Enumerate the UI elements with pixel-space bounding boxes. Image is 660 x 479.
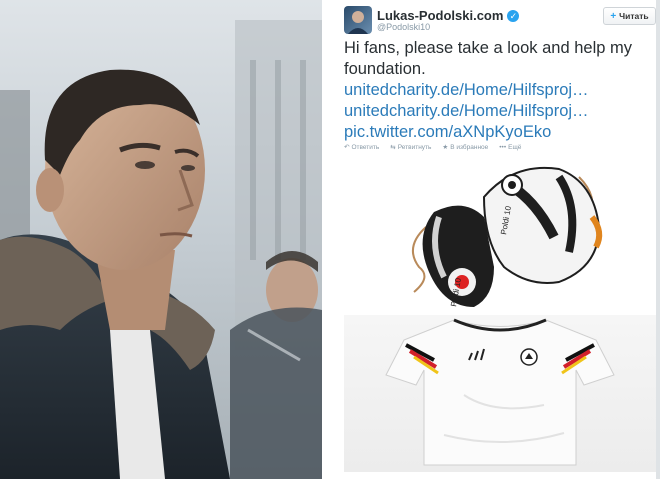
more-dots-icon: ••• xyxy=(499,143,507,151)
retweet-icon: ⇆ xyxy=(390,144,396,151)
reply-action[interactable]: ↶ Ответить xyxy=(344,143,380,152)
star-icon: ★ xyxy=(442,144,449,151)
retweet-label: Ретвитнуть xyxy=(397,143,432,151)
favorite-label: В избранное xyxy=(450,143,489,151)
tweet-text-line-1: Hi fans, please take a look and help my xyxy=(344,39,633,57)
verified-badge-icon: ✓ xyxy=(507,10,520,22)
boots-image: Poldi 10 Poldi 10 xyxy=(411,166,603,307)
jersey-backdrop xyxy=(344,315,656,472)
display-name[interactable]: Lukas-Podolski.com ✓ xyxy=(377,8,520,23)
follow-button[interactable]: + Читать xyxy=(603,7,656,25)
more-label: Ещё xyxy=(508,143,522,151)
scrollbar-track[interactable] xyxy=(656,0,660,479)
tweet-card: Lukas-Podolski.com ✓ @Podolski10 + Читать… xyxy=(330,0,660,479)
jersey-image xyxy=(385,318,615,466)
avatar[interactable] xyxy=(344,6,372,34)
tweet-actions: ↶ Ответить ⇆ Ретвитнуть ★ В избранное ••… xyxy=(344,143,521,152)
tweet-text: Hi fans, please take a look and help my … xyxy=(344,38,656,143)
tweet-link-2[interactable]: unitedcharity.de/Home/Hilfsproj… xyxy=(344,101,656,122)
reply-label: Ответить xyxy=(351,143,380,151)
tweet-media-image[interactable]: Poldi 10 Poldi 10 xyxy=(344,157,656,472)
tweet-media-link[interactable]: pic.twitter.com/aXNpKyoEko xyxy=(344,122,656,143)
favorite-action[interactable]: ★ В избранное xyxy=(442,143,489,152)
reply-icon: ↶ xyxy=(344,144,350,151)
promo-photo xyxy=(0,0,322,479)
follow-button-label: Читать xyxy=(619,11,649,21)
more-action[interactable]: ••• Ещё xyxy=(499,143,521,151)
tweet-link-1[interactable]: unitedcharity.de/Home/Hilfsproj… xyxy=(344,80,656,101)
display-name-text[interactable]: Lukas-Podolski.com xyxy=(377,8,503,23)
retweet-action[interactable]: ⇆ Ретвитнуть xyxy=(390,143,432,152)
follow-plus-icon: + xyxy=(610,10,617,22)
user-handle[interactable]: @Podolski10 xyxy=(377,22,430,32)
tweet-text-line-2: foundation. xyxy=(344,60,426,78)
